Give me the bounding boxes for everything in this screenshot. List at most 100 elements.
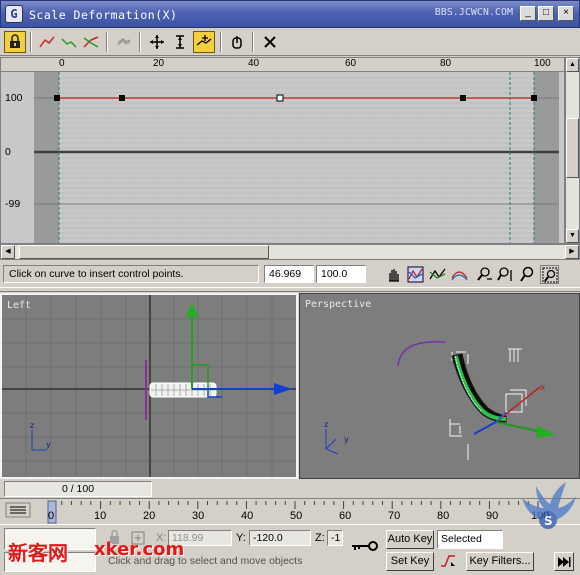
title-bar: G Scale Deformation(X) BBS.JCWCN.COM _ □… bbox=[0, 0, 580, 28]
minimize-button[interactable]: _ bbox=[520, 6, 536, 21]
zoom-region-icon bbox=[542, 267, 558, 283]
zoom-vertically-icon bbox=[497, 267, 512, 281]
zoom-horizontally-button[interactable] bbox=[475, 265, 494, 284]
scroll-left-arrow-icon[interactable]: ◀ bbox=[1, 245, 15, 259]
scroll-up-arrow-icon[interactable]: ▲ bbox=[566, 58, 579, 72]
zoom-region-button[interactable] bbox=[540, 265, 559, 284]
display-x-axis-button[interactable] bbox=[36, 31, 58, 53]
track-bar[interactable]: 0 10 20 30 40 50 60 70 80 90 100 bbox=[0, 498, 580, 524]
zoom-vertical-extents-button[interactable] bbox=[450, 265, 469, 284]
svg-text:S: S bbox=[544, 514, 553, 528]
maximize-button[interactable]: □ bbox=[538, 6, 554, 21]
toolbar-separator bbox=[106, 32, 108, 52]
scroll-down-arrow-icon[interactable]: ▼ bbox=[566, 229, 579, 243]
toolbar-separator bbox=[139, 32, 141, 52]
insert-corner-point-button[interactable] bbox=[193, 31, 215, 53]
jcwcn-wings-logo: S bbox=[522, 482, 576, 529]
reset-curve-button[interactable] bbox=[259, 31, 281, 53]
lock-icon bbox=[10, 34, 20, 48]
control-point[interactable] bbox=[531, 95, 537, 101]
track-label: 70 bbox=[388, 510, 401, 522]
control-point[interactable] bbox=[460, 95, 466, 101]
scale-control-point-icon bbox=[176, 35, 184, 49]
lock-aspect-button[interactable] bbox=[4, 31, 26, 53]
z-axis-label: Z: bbox=[315, 532, 325, 544]
swap-curves-icon bbox=[117, 38, 131, 46]
zoom-extents-button[interactable] bbox=[406, 265, 425, 284]
deformation-toolbar bbox=[0, 28, 580, 56]
set-key-button[interactable]: Set Key bbox=[386, 552, 434, 571]
pan-icon bbox=[389, 269, 399, 282]
point-x-field[interactable]: 46.969 bbox=[264, 265, 314, 283]
control-point-selected[interactable] bbox=[276, 94, 284, 102]
toolbar-separator bbox=[252, 32, 254, 52]
y-axis-label: -99 bbox=[5, 198, 21, 210]
max-window: G Scale Deformation(X) BBS.JCWCN.COM _ □… bbox=[0, 0, 580, 575]
left-viewport[interactable]: Left z y bbox=[0, 293, 298, 479]
track-label: 30 bbox=[192, 510, 205, 522]
track-label: 60 bbox=[339, 510, 352, 522]
swap-curves-button[interactable] bbox=[113, 31, 135, 53]
reset-curve-icon bbox=[264, 36, 276, 48]
ruler-label: 80 bbox=[440, 58, 452, 69]
key-mode-selected-dropdown[interactable]: Selected bbox=[437, 530, 503, 549]
horizontal-scroll-thumb[interactable] bbox=[19, 245, 269, 259]
close-button[interactable]: × bbox=[558, 6, 574, 21]
z-coordinate-field[interactable]: -1 bbox=[327, 530, 343, 546]
key-tangent-icon[interactable] bbox=[439, 552, 459, 572]
frame-counter[interactable]: 0 / 100 bbox=[4, 481, 152, 497]
time-slider-bar[interactable]: 0 / 100 bbox=[0, 481, 580, 498]
graph-vertical-scrollbar[interactable]: ▲ ▼ bbox=[565, 57, 580, 244]
ruler-label: 40 bbox=[248, 58, 260, 69]
go-to-end-icon bbox=[558, 557, 571, 567]
point-y-field[interactable]: 100.0 bbox=[316, 265, 366, 283]
zoom-vertically-button[interactable] bbox=[496, 265, 515, 284]
control-point[interactable] bbox=[54, 95, 60, 101]
curve-canvas[interactable] bbox=[1, 58, 565, 244]
toolbar-separator bbox=[30, 32, 32, 52]
zoom-horizontal-extents-button[interactable] bbox=[428, 265, 447, 284]
track-label: 10 bbox=[94, 510, 107, 522]
delete-control-point-button[interactable] bbox=[226, 31, 248, 53]
pan-button[interactable] bbox=[384, 265, 403, 284]
zoom-extents-icon bbox=[407, 266, 424, 283]
track-label: 50 bbox=[290, 510, 303, 522]
svg-text:y: y bbox=[46, 440, 51, 449]
3dsmax-app-icon[interactable]: G bbox=[5, 5, 23, 23]
display-y-axis-icon bbox=[61, 38, 77, 48]
control-point[interactable] bbox=[119, 95, 125, 101]
vertical-scroll-thumb[interactable] bbox=[566, 118, 579, 178]
graph-status-row: Click on curve to insert control points.… bbox=[0, 262, 580, 286]
scroll-right-arrow-icon[interactable]: ▶ bbox=[565, 245, 579, 259]
go-to-end-button[interactable] bbox=[554, 552, 574, 571]
key-filters-button[interactable]: Key Filters... bbox=[466, 552, 534, 571]
zoom-horizontal-extents-icon bbox=[429, 268, 446, 280]
xinkewang-watermark: 新客网 bbox=[8, 541, 68, 565]
display-xy-axes-icon bbox=[83, 36, 99, 48]
deformation-curve-graph[interactable]: 0 20 40 60 80 100 100 0 -99 bbox=[0, 57, 565, 244]
perspective-viewport-canvas[interactable]: x z y bbox=[300, 294, 580, 479]
display-xy-axes-button[interactable] bbox=[80, 31, 102, 53]
zoom-button[interactable] bbox=[518, 265, 537, 284]
graph-horizontal-scrollbar[interactable]: ◀ ▶ bbox=[0, 244, 580, 260]
ruler-label: 60 bbox=[345, 58, 357, 69]
auto-key-button[interactable]: Auto Key bbox=[386, 530, 434, 549]
status-bottom-bar: X: 118.99 Y: -120.0 Z: -1 Click and drag… bbox=[0, 524, 580, 575]
y-coordinate-field[interactable]: -120.0 bbox=[249, 530, 311, 546]
scale-control-point-button[interactable] bbox=[169, 31, 191, 53]
move-control-point-button[interactable] bbox=[146, 31, 168, 53]
delete-control-point-icon bbox=[232, 36, 242, 49]
zoom-icon bbox=[520, 266, 534, 282]
site-watermark: BBS.JCWCN.COM bbox=[434, 7, 513, 18]
track-label: 90 bbox=[486, 510, 499, 522]
ruler-label: 20 bbox=[153, 58, 165, 69]
left-viewport-canvas[interactable]: z y bbox=[2, 295, 298, 479]
track-label: 80 bbox=[437, 510, 450, 522]
panel-divider bbox=[0, 287, 580, 292]
y-axis-label: Y: bbox=[236, 532, 246, 544]
perspective-viewport[interactable]: Perspective x z y bbox=[299, 293, 580, 479]
ruler-label: 0 bbox=[59, 58, 65, 69]
display-y-axis-button[interactable] bbox=[58, 31, 80, 53]
move-control-point-icon bbox=[150, 35, 164, 49]
window-title: Scale Deformation(X) bbox=[29, 8, 178, 22]
